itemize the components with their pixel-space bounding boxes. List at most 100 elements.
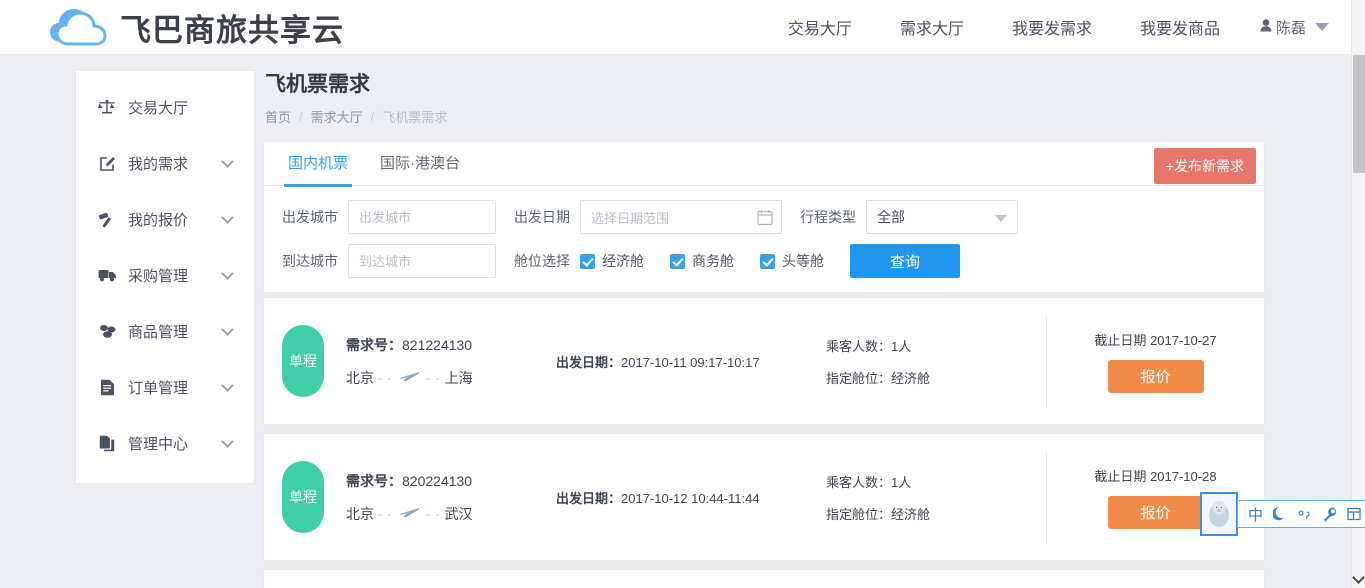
demand-card-partial[interactable] <box>263 569 1265 588</box>
tab-domestic-flights[interactable]: 国内机票 <box>283 142 353 187</box>
sidebar-item-order-management[interactable]: 订单管理 <box>76 359 254 415</box>
search-form: 出发城市 出发日期 选择日期范围 行程类型 <box>264 186 1264 292</box>
tab-international-flights[interactable]: 国际·港澳台 <box>380 142 460 186</box>
depart-city-input[interactable] <box>348 200 496 234</box>
trip-type-value: 全部 <box>877 209 905 225</box>
wrench-icon[interactable] <box>1323 507 1337 522</box>
sidebar-item-label: 采购管理 <box>128 267 189 285</box>
depart-date-input[interactable]: 选择日期范围 <box>580 200 782 234</box>
tab-bar: 国内机票 国际·港澳台 +发布新需求 <box>264 142 1264 187</box>
trip-type-badge: 单程 <box>282 461 324 533</box>
chevron-down-icon <box>221 322 234 336</box>
cloud-logo-icon <box>48 7 110 47</box>
cabin-label: 商务舱 <box>692 253 734 269</box>
qq-penguin-icon[interactable] <box>1200 492 1238 536</box>
passengers-value: 1人 <box>891 338 912 354</box>
sidebar-item-label: 管理中心 <box>128 435 189 453</box>
chevron-down-icon <box>221 434 234 448</box>
demand-no-value: 820224130 <box>402 472 473 489</box>
scrollbar-thumb[interactable] <box>1353 55 1365 173</box>
sidebar-item-purchase-management[interactable]: 采购管理 <box>76 247 254 303</box>
sidebar-item-label: 交易大厅 <box>128 99 189 117</box>
passengers-label: 乘客人数： <box>826 474 892 490</box>
cubes-icon <box>96 323 118 339</box>
checkbox-checked-icon <box>670 253 685 269</box>
demand-no-value: 821224130 <box>402 336 473 353</box>
airplane-icon <box>398 370 420 386</box>
checkbox-checked-icon <box>760 253 775 269</box>
depart-date-value: 2017-10-12 10:44-11:44 <box>621 490 760 506</box>
cabin-checkbox-business[interactable]: 商务舱 <box>670 251 734 271</box>
publish-new-demand-button[interactable]: +发布新需求 <box>1153 148 1256 184</box>
sidebar-item-label: 我的需求 <box>128 155 189 173</box>
trip-type-select[interactable]: 全部 <box>866 200 1018 234</box>
search-row-2: 到达城市 舱位选择 经济舱 商务舱 <box>264 244 1264 278</box>
breadcrumb: 首页 / 需求大厅 / 飞机票需求 <box>265 107 1273 126</box>
cabin-label: 指定舱位： <box>826 370 892 386</box>
keyboard-icon[interactable] <box>1347 507 1361 521</box>
cabin-checkbox-economy[interactable]: 经济舱 <box>580 251 644 271</box>
sidebar-item-trading-hall[interactable]: 交易大厅 <box>76 79 254 135</box>
demand-card[interactable]: 单程 需求号：821224130 北京 - - - - 上海 出发日期：2017… <box>263 297 1265 425</box>
scroll-down-arrow-icon[interactable] <box>1352 571 1365 584</box>
query-button[interactable]: 查询 <box>850 244 960 278</box>
nav-item-demand-hall[interactable]: 需求大厅 <box>900 15 964 39</box>
sidebar-item-label: 我的报价 <box>128 211 189 229</box>
main-nav: 交易大厅 需求大厅 我要发需求 我要发商品 陈磊 <box>740 15 1329 39</box>
deadline-value: 2017-10-28 <box>1150 468 1217 484</box>
route-dash-right: - - <box>426 506 441 521</box>
punctuation-icon[interactable] <box>1297 507 1313 521</box>
sidebar-item-my-demands[interactable]: 我的需求 <box>76 135 254 191</box>
hammer-icon <box>96 211 118 228</box>
sidebar-item-admin-center[interactable]: 管理中心 <box>76 415 254 471</box>
demand-card[interactable]: 单程 需求号：820224130 北京 - - - - 武汉 出发日期：2017… <box>263 433 1265 561</box>
quote-button[interactable]: 报价 <box>1107 495 1204 529</box>
route-from: 北京 <box>346 369 374 386</box>
breadcrumb-home[interactable]: 首页 <box>265 107 291 126</box>
route-line: 北京 - - - - 武汉 <box>346 504 556 524</box>
search-panel: 国内机票 国际·港澳台 +发布新需求 出发城市 出发日期 选择日期范围 <box>263 141 1265 293</box>
sidebar-item-product-management[interactable]: 商品管理 <box>76 303 254 359</box>
chevron-down-icon <box>221 378 234 392</box>
cabin-checkbox-first[interactable]: 头等舱 <box>760 251 824 271</box>
ime-toolbar[interactable]: 中 <box>1200 492 1365 536</box>
depart-date-label: 出发日期 <box>514 209 570 225</box>
cabin-value: 经济舱 <box>891 506 931 522</box>
top-header: 飞巴商旅共享云 交易大厅 需求大厅 我要发需求 我要发商品 陈磊 <box>0 0 1351 55</box>
route-from: 北京 <box>346 505 374 522</box>
chinese-mode-toggle[interactable]: 中 <box>1248 504 1263 525</box>
nav-item-trading-hall[interactable]: 交易大厅 <box>788 15 852 39</box>
sidebar-item-label: 商品管理 <box>128 323 189 341</box>
sidebar-item-my-quotes[interactable]: 我的报价 <box>76 191 254 247</box>
depart-city-label: 出发城市 <box>282 209 338 225</box>
breadcrumb-demand-hall[interactable]: 需求大厅 <box>311 107 363 126</box>
route-to: 上海 <box>444 369 473 386</box>
deadline-label: 截止日期 <box>1094 468 1147 484</box>
cabin-select-label: 舱位选择 <box>514 253 570 269</box>
nav-item-post-product[interactable]: 我要发商品 <box>1140 15 1220 39</box>
moon-icon[interactable] <box>1273 506 1287 522</box>
passengers-line: 乘客人数：1人 <box>826 336 1026 355</box>
breadcrumb-current: 飞机票需求 <box>382 110 448 125</box>
cabin-line: 指定舱位：经济舱 <box>826 368 1026 387</box>
brand-logo[interactable]: 飞巴商旅共享云 <box>48 5 344 50</box>
balance-scale-icon <box>96 99 118 115</box>
passengers-value: 1人 <box>891 474 912 490</box>
demand-no-label: 需求号： <box>346 472 402 489</box>
nav-item-post-demand[interactable]: 我要发需求 <box>1012 15 1092 39</box>
user-menu[interactable]: 陈磊 <box>1260 17 1329 38</box>
demand-action-column: 截止日期 2017-10-27 报价 <box>1046 314 1264 408</box>
arrive-city-label: 到达城市 <box>282 253 338 269</box>
edit-square-icon <box>96 155 118 172</box>
chevron-down-icon <box>1315 23 1329 31</box>
quote-button[interactable]: 报价 <box>1107 359 1204 393</box>
breadcrumb-separator: / <box>370 109 375 124</box>
arrive-city-input[interactable] <box>348 244 496 278</box>
ime-status-bar: 中 <box>1237 500 1365 528</box>
calendar-icon <box>757 209 773 231</box>
demand-no-line: 需求号：821224130 <box>346 335 556 355</box>
chevron-down-icon <box>221 154 234 168</box>
cabin-checkbox-group: 经济舱 商务舱 头等舱 <box>580 251 850 271</box>
route-dash-left: - - <box>378 506 393 521</box>
user-avatar-icon <box>1260 19 1272 35</box>
